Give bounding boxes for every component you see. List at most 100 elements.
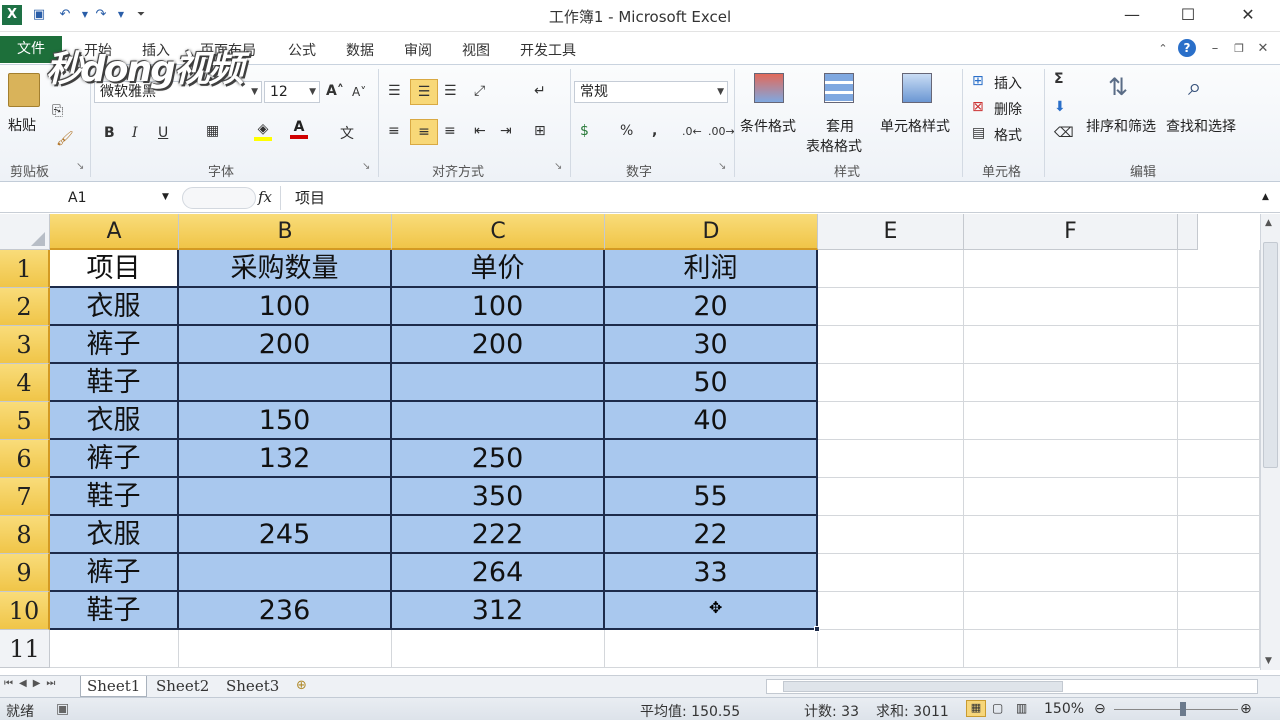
row-header-1[interactable]: 1 xyxy=(0,250,50,288)
cell-f9[interactable] xyxy=(964,554,1178,592)
normal-view-icon[interactable]: ▦ xyxy=(966,700,986,717)
accounting-format-icon[interactable]: $ xyxy=(580,123,589,139)
shrink-font-icon[interactable]: A˅ xyxy=(352,85,366,99)
number-format-combo[interactable]: 常规 ▼ xyxy=(574,81,728,103)
font-color-icon[interactable]: A xyxy=(290,119,308,139)
cell-g8[interactable] xyxy=(1178,516,1260,554)
row-header-9[interactable]: 9 xyxy=(0,554,50,592)
cell-c8[interactable]: 222 xyxy=(392,516,605,554)
collapse-ribbon-icon[interactable]: ⌃ xyxy=(1154,40,1172,58)
expand-formula-icon[interactable]: ▲ xyxy=(1262,192,1269,202)
cell-c6[interactable]: 250 xyxy=(392,440,605,478)
close-workbook-icon[interactable]: ✕ xyxy=(1254,40,1272,58)
conditional-formatting-button[interactable]: 条件格式 xyxy=(740,116,796,136)
cell-a2[interactable]: 衣服 xyxy=(50,288,179,326)
cell-f10[interactable] xyxy=(964,592,1178,630)
cell-b5[interactable]: 150 xyxy=(179,402,392,440)
tab-data[interactable]: 数据 xyxy=(346,40,374,60)
fill-handle[interactable] xyxy=(814,626,820,632)
row-header-10[interactable]: 10 xyxy=(0,592,50,630)
row-header-7[interactable]: 7 xyxy=(0,478,50,516)
font-launcher-icon[interactable]: ↘ xyxy=(362,161,370,172)
cell-f6[interactable] xyxy=(964,440,1178,478)
sheet-tab-3[interactable]: Sheet3 xyxy=(220,676,285,697)
maximize-button[interactable]: ☐ xyxy=(1166,2,1210,28)
cell-d9[interactable]: 33 xyxy=(605,554,818,592)
cell-d8[interactable]: 22 xyxy=(605,516,818,554)
grow-font-icon[interactable]: A˄ xyxy=(326,83,344,99)
zoom-slider[interactable] xyxy=(1114,709,1238,710)
cell-a5[interactable]: 衣服 xyxy=(50,402,179,440)
alignment-launcher-icon[interactable]: ↘ xyxy=(554,161,562,172)
wrap-text-icon[interactable]: ↵ xyxy=(534,83,546,99)
clipboard-launcher-icon[interactable]: ↘ xyxy=(76,161,84,172)
zoom-level[interactable]: 150% xyxy=(1044,701,1084,717)
cell-d7[interactable]: 55 xyxy=(605,478,818,516)
cell-d5[interactable]: 40 xyxy=(605,402,818,440)
cell-f5[interactable] xyxy=(964,402,1178,440)
row-header-4[interactable]: 4 xyxy=(0,364,50,402)
macro-record-icon[interactable]: ▣ xyxy=(56,701,69,717)
row-header-3[interactable]: 3 xyxy=(0,326,50,364)
conditional-formatting-icon[interactable] xyxy=(754,73,784,103)
cell-e6[interactable] xyxy=(818,440,964,478)
fill-icon[interactable]: ⬇ xyxy=(1054,99,1066,115)
cell-f11[interactable] xyxy=(964,630,1178,668)
tab-developer[interactable]: 开发工具 xyxy=(520,40,576,60)
formula-input[interactable]: 项目 xyxy=(280,186,1258,210)
underline-button[interactable]: U xyxy=(158,125,168,141)
cell-f3[interactable] xyxy=(964,326,1178,364)
cell-c9[interactable]: 264 xyxy=(392,554,605,592)
borders-icon[interactable]: ▦ xyxy=(206,123,219,139)
close-button[interactable]: ✕ xyxy=(1226,2,1270,28)
cell-a7[interactable]: 鞋子 xyxy=(50,478,179,516)
cell-g6[interactable] xyxy=(1178,440,1260,478)
delete-cells-button[interactable]: 删除 xyxy=(994,99,1022,119)
minimize-button[interactable]: — xyxy=(1110,2,1154,28)
cell-c11[interactable] xyxy=(392,630,605,668)
scroll-down-icon[interactable]: ▼ xyxy=(1265,656,1272,666)
sheet-tab-1[interactable]: Sheet1 xyxy=(80,676,148,697)
number-launcher-icon[interactable]: ↘ xyxy=(718,161,726,172)
clear-icon[interactable]: ⌫ xyxy=(1054,125,1074,141)
align-middle-icon[interactable]: ☰ xyxy=(410,79,438,105)
vertical-scrollbar[interactable]: ▲ ▼ xyxy=(1260,214,1280,670)
cell-e4[interactable] xyxy=(818,364,964,402)
increase-indent-icon[interactable]: ⇥ xyxy=(500,123,512,139)
column-header-d[interactable]: D xyxy=(605,214,818,250)
sort-filter-button[interactable]: 排序和筛选 xyxy=(1086,116,1156,136)
cell-a6[interactable]: 裤子 xyxy=(50,440,179,478)
orientation-icon[interactable]: ⤢ xyxy=(474,83,485,99)
format-as-table-line2[interactable]: 表格格式 xyxy=(806,136,862,156)
phonetic-icon[interactable]: 文 xyxy=(340,123,354,143)
delete-cells-icon[interactable]: ⊠ xyxy=(972,99,984,115)
merge-center-icon[interactable]: ⊞ xyxy=(534,123,546,139)
cell-styles-icon[interactable] xyxy=(902,73,932,103)
row-header-11[interactable]: 11 xyxy=(0,630,50,668)
cell-d11[interactable] xyxy=(605,630,818,668)
cell-d6[interactable] xyxy=(605,440,818,478)
horizontal-scroll-thumb[interactable] xyxy=(783,681,1063,692)
cell-c3[interactable]: 200 xyxy=(392,326,605,364)
row-header-5[interactable]: 5 xyxy=(0,402,50,440)
cell-c2[interactable]: 100 xyxy=(392,288,605,326)
cell-b9[interactable] xyxy=(179,554,392,592)
cell-a1[interactable]: 项目 xyxy=(50,250,179,288)
tab-formulas[interactable]: 公式 xyxy=(288,40,316,60)
sort-filter-icon[interactable]: ⇅ xyxy=(1108,73,1128,101)
worksheet-grid[interactable]: A B C D E F 1 项目 采购数量 单价 利润 2 衣服 100 100 20 3 裤子 200 200 30 4… xyxy=(0,214,1260,670)
cell-b7[interactable] xyxy=(179,478,392,516)
cell-g4[interactable] xyxy=(1178,364,1260,402)
decrease-decimal-icon[interactable]: .00→ xyxy=(708,125,735,138)
cell-e5[interactable] xyxy=(818,402,964,440)
cell-a9[interactable]: 裤子 xyxy=(50,554,179,592)
vertical-scroll-thumb[interactable] xyxy=(1263,242,1278,468)
cell-a11[interactable] xyxy=(50,630,179,668)
name-box-dropdown-icon[interactable]: ▼ xyxy=(162,192,169,202)
font-size-combo[interactable]: 12 ▼ xyxy=(264,81,320,103)
cell-a10[interactable]: 鞋子 xyxy=(50,592,179,630)
sheet-tab-2[interactable]: Sheet2 xyxy=(150,676,215,697)
cell-f1[interactable] xyxy=(964,250,1178,288)
zoom-slider-thumb[interactable] xyxy=(1180,702,1186,716)
zoom-in-icon[interactable]: ⊕ xyxy=(1240,701,1252,717)
